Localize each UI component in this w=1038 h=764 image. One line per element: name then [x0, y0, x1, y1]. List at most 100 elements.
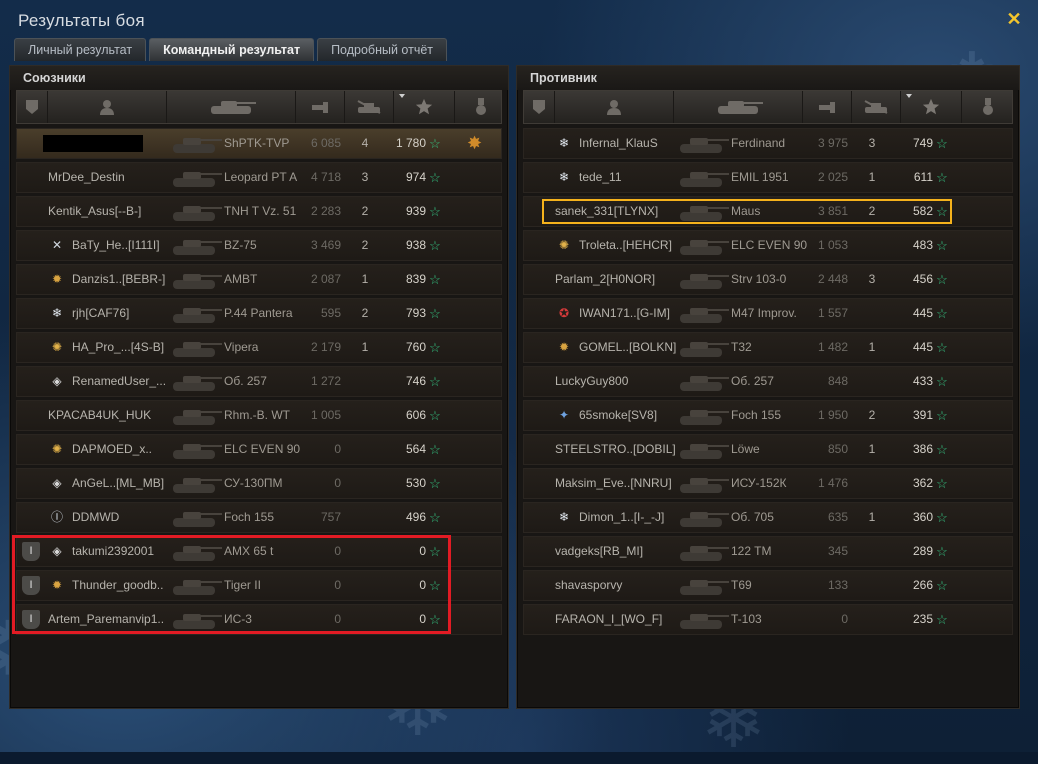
- tank-icon[interactable]: [167, 91, 296, 123]
- player-name: LuckyGuy800: [555, 374, 629, 388]
- tank-name: BZ-75: [224, 238, 257, 252]
- blue-rank-icon: ✦: [558, 408, 570, 422]
- player-row[interactable]: ❄ Infernal_KlauS Ferdinand 3 975 3 749 ☆: [523, 128, 1013, 159]
- player-row[interactable]: ✺ HA_Pro_...[4S-B] Vipera 2 179 1 760 ☆: [16, 332, 502, 363]
- player-name: 65smoke[SV8]: [579, 408, 658, 422]
- kills-icon[interactable]: [345, 91, 394, 123]
- player-row[interactable]: KPACAB4UK_HUK Rhm.-B. WT 1 005 606 ☆: [16, 400, 502, 431]
- damage-value: 757: [320, 510, 341, 524]
- tank-icon[interactable]: [674, 91, 803, 123]
- player-row[interactable]: ❄ tede_11 EMIL 1951 2 025 1 611 ☆: [523, 162, 1013, 193]
- tank-name: T32: [731, 340, 752, 354]
- tank-silhouette-icon: [167, 335, 225, 360]
- player-icon[interactable]: [48, 91, 167, 123]
- player-row[interactable]: STEELSTRO..[DOBIL] Löwe 850 1 386 ☆: [523, 434, 1013, 465]
- xp-star-icon: ☆: [429, 340, 441, 355]
- xp-star-icon: ☆: [936, 578, 948, 593]
- damage-value: 2 283: [310, 204, 341, 218]
- damage-value: 6 085: [310, 136, 341, 150]
- xp-value: 445: [912, 340, 933, 354]
- xp-star-icon: ☆: [429, 578, 441, 593]
- tank-name: Об. 257: [731, 374, 774, 388]
- player-row[interactable]: ✕ BaTy_He..[I111I] BZ-75 3 469 2 938 ☆: [16, 230, 502, 261]
- tank-silhouette-icon: [674, 369, 732, 394]
- xp-star-icon: ☆: [936, 442, 948, 457]
- damage-icon[interactable]: [803, 91, 852, 123]
- player-row[interactable]: ShPTK-TVP 6 085 4 1 780 ☆ ✸: [16, 128, 502, 159]
- xp-star-icon: ☆: [936, 612, 948, 627]
- player-row[interactable]: ✺ DAPMOED_x.. ELC EVEN 90 0 564 ☆: [16, 434, 502, 465]
- player-row[interactable]: ✺ Troleta..[HEHCR] ELC EVEN 90 1 053 483 ☆: [523, 230, 1013, 261]
- medal-icon[interactable]: [962, 91, 1014, 123]
- xp-star-icon: ☆: [429, 238, 441, 253]
- player-row[interactable]: I ◈ takumi2392001 AMX 65 t 0 0 ☆: [16, 536, 502, 567]
- damage-value: 1 272: [310, 374, 341, 388]
- kills-value: [355, 367, 375, 396]
- xp-star-icon: ☆: [429, 442, 441, 457]
- player-row[interactable]: Parlam_2[H0NOR] Strv 103-0 2 448 3 456 ☆: [523, 264, 1013, 295]
- golden-rank-icon: ✺: [51, 340, 63, 354]
- player-row[interactable]: sanek_331[TLYNX] Maus 3 851 2 582 ☆: [523, 196, 1013, 227]
- tank-silhouette-icon: [167, 267, 225, 292]
- tab-personal-result[interactable]: Личный результат: [14, 38, 147, 61]
- player-row[interactable]: shavasporvy T69 133 266 ☆: [523, 570, 1013, 601]
- close-icon[interactable]: ✕: [1004, 9, 1024, 29]
- player-name: Thunder_goodb..: [72, 578, 164, 592]
- damage-icon[interactable]: [296, 91, 345, 123]
- tab-detailed-report[interactable]: Подробный отчёт: [317, 38, 448, 61]
- tank-name: AMX 65 t: [224, 544, 274, 558]
- player-row[interactable]: I Artem_Paremanvip1.. ИС-3 0 0 ☆: [16, 604, 502, 635]
- xp-star-icon: ☆: [429, 136, 441, 151]
- player-row[interactable]: Maksim_Eve..[NNRU] ИСУ-152К 1 476 362 ☆: [523, 468, 1013, 499]
- player-row[interactable]: LuckyGuy800 Об. 257 848 433 ☆: [523, 366, 1013, 397]
- player-row[interactable]: ❄ rjh[CAF76] P.44 Pantera 595 2 793 ☆: [16, 298, 502, 329]
- xp-value: 938: [405, 238, 426, 252]
- tank-name: СУ-130ПМ: [224, 476, 283, 490]
- kills-value: [355, 605, 375, 634]
- damage-value: 2 448: [817, 272, 848, 286]
- player-row[interactable]: MrDee_Destin Leopard PT A 4 718 3 974 ☆: [16, 162, 502, 193]
- squad-icon[interactable]: [524, 91, 555, 123]
- squad-icon[interactable]: [17, 91, 48, 123]
- damage-value: 1 053: [817, 238, 848, 252]
- player-icon[interactable]: [555, 91, 674, 123]
- kills-value: 1: [868, 340, 876, 354]
- snowflake-rank-icon: ❄: [558, 170, 570, 184]
- tank-name: AMBT: [224, 272, 258, 286]
- tank-name: ELC EVEN 90: [224, 442, 301, 456]
- xp-value: 266: [912, 578, 933, 592]
- kills-value: 2: [361, 306, 369, 320]
- kills-value: 2: [868, 204, 876, 218]
- player-row[interactable]: I ✹ Thunder_goodb.. Tiger II 0 0 ☆: [16, 570, 502, 601]
- player-row[interactable]: ◈ AnGeL..[ML_MB] СУ-130ПМ 0 530 ☆: [16, 468, 502, 499]
- player-name: shavasporvy: [555, 578, 623, 592]
- xp-icon[interactable]: [394, 91, 455, 123]
- tank-silhouette-icon: [674, 267, 732, 292]
- tab-team-result[interactable]: Командный результат: [149, 38, 315, 61]
- player-row[interactable]: ✪ IWAN171..[G-IM] M47 Improv. 1 557 445 ☆: [523, 298, 1013, 329]
- player-row[interactable]: Kentik_Asus[--B-] TNH T Vz. 51 2 283 2 939 ☆: [16, 196, 502, 227]
- damage-value: 0: [334, 578, 341, 592]
- kills-icon[interactable]: [852, 91, 901, 123]
- player-name: Troleta..[HEHCR]: [579, 238, 672, 252]
- player-row[interactable]: ✹ Danzis1..[BEBR-] AMBT 2 087 1 839 ☆: [16, 264, 502, 295]
- xp-icon[interactable]: [901, 91, 962, 123]
- player-row[interactable]: ✹ GOMEL..[BOLKN] T32 1 482 1 445 ☆: [523, 332, 1013, 363]
- medal-icon[interactable]: ✸: [462, 129, 487, 158]
- player-row[interactable]: Ⓘ DDMWD Foch 155 757 496 ☆: [16, 502, 502, 533]
- player-row[interactable]: FARAON_I_[WO_F] T-103 0 235 ☆: [523, 604, 1013, 635]
- swords-rank-icon: ✕: [51, 238, 63, 252]
- star-emblem-rank-icon: ✹: [558, 340, 570, 354]
- xp-star-icon: ☆: [936, 340, 948, 355]
- xp-value: 433: [912, 374, 933, 388]
- tank-silhouette-icon: [167, 301, 225, 326]
- tank-name: Об. 705: [731, 510, 774, 524]
- player-row[interactable]: ❄ Dimon_1..[I-_-J] Об. 705 635 1 360 ☆: [523, 502, 1013, 533]
- player-row[interactable]: ✦ 65smoke[SV8] Foch 155 1 950 2 391 ☆: [523, 400, 1013, 431]
- player-name: GOMEL..[BOLKN]: [579, 340, 677, 354]
- player-row[interactable]: ◈ RenamedUser_... Об. 257 1 272 746 ☆: [16, 366, 502, 397]
- player-row[interactable]: vadgeks[RB_MI] 122 TM 345 289 ☆: [523, 536, 1013, 567]
- medal-icon[interactable]: [455, 91, 507, 123]
- xp-value: 360: [912, 510, 933, 524]
- tank-silhouette-icon: [167, 199, 225, 224]
